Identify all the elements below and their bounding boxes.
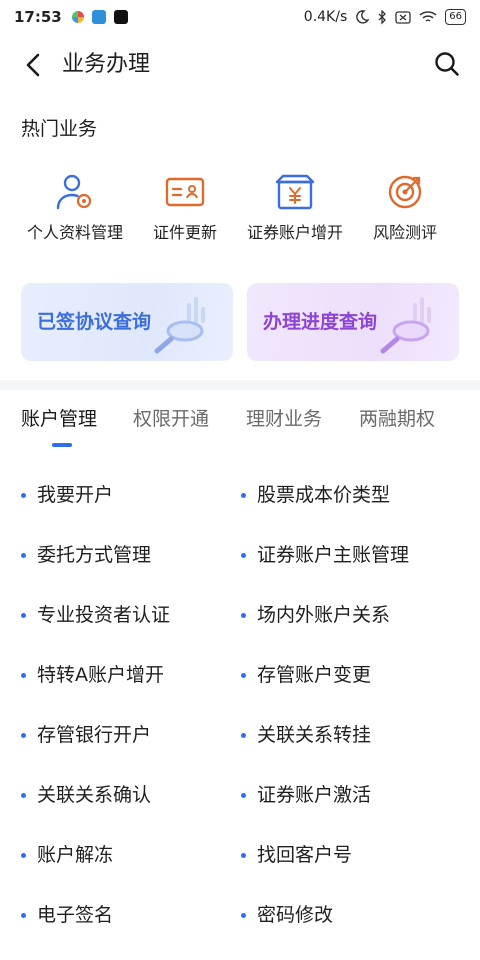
list-item[interactable]: 密码修改 — [241, 885, 333, 945]
moon-icon — [356, 10, 370, 24]
bullet-dot-icon — [241, 732, 246, 738]
tiktok-icon — [113, 10, 128, 24]
wifi-icon — [419, 11, 437, 22]
list-item-label: 关联关系转挂 — [257, 724, 372, 746]
list-item[interactable]: 电子签名 — [21, 885, 113, 945]
top-bar: 业务办理 — [0, 40, 480, 90]
hot-item-profile[interactable]: 个人资料管理 — [20, 170, 130, 244]
tab-wealth-management[interactable]: 理财业务 — [246, 405, 322, 433]
category-tabs: 账户管理 权限开通 理财业务 两融期权 — [0, 400, 480, 450]
hot-item-label: 证券账户增开 — [246, 223, 343, 242]
hot-item-label: 个人资料管理 — [26, 223, 123, 242]
bullet-dot-icon — [241, 792, 246, 798]
list-item[interactable]: 股票成本价类型 — [241, 465, 390, 525]
list-item-label: 委托方式管理 — [37, 544, 152, 566]
list-item-label: 密码修改 — [257, 904, 334, 926]
status-bar: 17:53 0.4K/s 66 — [0, 0, 480, 34]
list-item-label: 证券账户激活 — [257, 784, 372, 806]
list-item[interactable]: 关联关系确认 — [21, 765, 151, 825]
list-item-label: 存管银行开户 — [37, 724, 152, 746]
battery-indicator: 66 — [445, 9, 466, 25]
magnifier-illustration-icon — [380, 297, 431, 354]
list-item[interactable]: 场内外账户关系 — [241, 585, 390, 645]
bullet-dot-icon — [241, 552, 246, 558]
bullet-dot-icon — [241, 912, 246, 918]
list-item[interactable]: 我要开户 — [21, 465, 113, 525]
status-right: 0.4K/s 66 — [304, 9, 466, 25]
target-icon — [388, 175, 422, 209]
hot-item-label: 证件更新 — [152, 223, 217, 242]
section-title-hot: 热门业务 — [21, 118, 98, 140]
list-item[interactable]: 关联关系转挂 — [241, 705, 371, 765]
back-button[interactable] — [18, 50, 48, 80]
list-item-label: 账户解冻 — [37, 844, 114, 866]
list-item-label: 关联关系确认 — [37, 784, 152, 806]
hot-item-id-update[interactable]: 证件更新 — [130, 170, 240, 244]
search-button[interactable] — [432, 49, 462, 79]
section-divider — [0, 380, 480, 390]
hot-item-label: 风险测评 — [372, 223, 437, 242]
list-item[interactable]: 存管银行开户 — [21, 705, 151, 765]
bullet-dot-icon — [21, 552, 26, 558]
tab-account-management[interactable]: 账户管理 — [21, 405, 97, 433]
app-notification-icon — [91, 10, 106, 24]
card-label: 办理进度查询 — [263, 311, 378, 333]
status-time: 17:53 — [14, 8, 62, 26]
id-card-icon — [165, 177, 205, 207]
list-item-label: 电子签名 — [37, 904, 114, 926]
list-item-label: 找回客户号 — [257, 844, 353, 866]
list-item-label: 我要开户 — [37, 484, 114, 506]
progress-query-card[interactable]: 办理进度查询 — [247, 283, 459, 361]
list-item[interactable]: 专业投资者认证 — [21, 585, 170, 645]
user-settings-icon — [56, 174, 92, 210]
sim-x-icon — [395, 10, 411, 24]
magnifier-illustration-icon — [154, 297, 205, 354]
active-tab-indicator — [52, 443, 72, 447]
list-item[interactable]: 找回客户号 — [241, 825, 352, 885]
list-item[interactable]: 存管账户变更 — [241, 645, 371, 705]
list-item[interactable]: 证券账户激活 — [241, 765, 371, 825]
bullet-dot-icon — [21, 612, 26, 618]
card-label: 已签协议查询 — [37, 311, 152, 333]
list-item[interactable]: 委托方式管理 — [21, 525, 151, 585]
app-notification-icon — [71, 11, 84, 23]
hot-item-risk-assessment[interactable]: 风险测评 — [350, 170, 460, 244]
search-icon — [435, 52, 459, 76]
bluetooth-icon — [378, 9, 387, 25]
bullet-dot-icon — [21, 732, 26, 738]
list-item[interactable]: 账户解冻 — [21, 825, 113, 885]
bullet-dot-icon — [21, 492, 26, 498]
hot-business-grid: 个人资料管理 证件更新 证券账户增开 风险测评 — [0, 170, 480, 244]
list-item-label: 场内外账户关系 — [257, 604, 391, 626]
tab-permissions[interactable]: 权限开通 — [133, 405, 209, 433]
bullet-dot-icon — [241, 672, 246, 678]
list-item-label: 证券账户主账管理 — [257, 544, 410, 566]
bullet-dot-icon — [21, 792, 26, 798]
list-item-label: 专业投资者认证 — [37, 604, 171, 626]
chevron-left-icon — [26, 53, 40, 77]
bullet-dot-icon — [241, 852, 246, 858]
list-item-label: 存管账户变更 — [257, 664, 372, 686]
bullet-dot-icon — [241, 492, 246, 498]
network-speed: 0.4K/s — [303, 9, 348, 25]
status-app-icons — [71, 10, 128, 24]
hot-item-add-account[interactable]: 证券账户增开 — [240, 170, 350, 244]
list-item-label: 股票成本价类型 — [257, 484, 391, 506]
list-item[interactable]: 证券账户主账管理 — [241, 525, 409, 585]
list-item-label: 特转A账户增开 — [37, 664, 164, 686]
bullet-dot-icon — [21, 912, 26, 918]
signed-agreement-card[interactable]: 已签协议查询 — [21, 283, 233, 361]
bullet-dot-icon — [241, 612, 246, 618]
tab-margin-options[interactable]: 两融期权 — [359, 405, 435, 433]
page-title: 业务办理 — [62, 52, 151, 77]
bullet-dot-icon — [21, 852, 26, 858]
yen-box-icon — [275, 174, 315, 210]
list-item[interactable]: 特转A账户增开 — [21, 645, 164, 705]
bullet-dot-icon — [21, 672, 26, 678]
